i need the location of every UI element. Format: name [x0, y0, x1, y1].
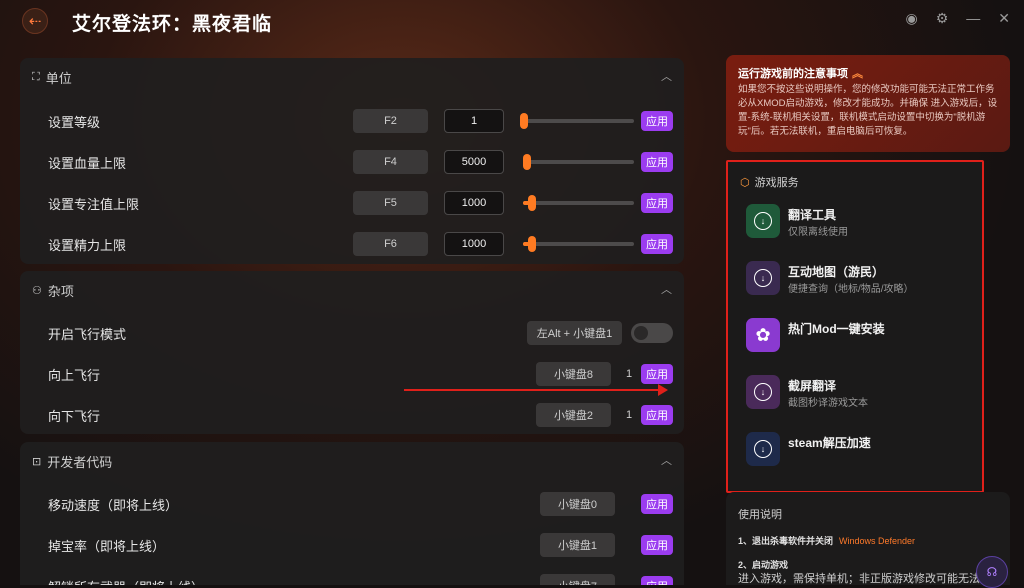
apply-button[interactable]: 应用: [641, 405, 673, 425]
apply-button[interactable]: 应用: [641, 364, 673, 384]
apply-button[interactable]: 应用: [641, 152, 673, 172]
apply-button[interactable]: 应用: [641, 494, 673, 514]
apply-button[interactable]: 应用: [641, 193, 673, 213]
usage-step-2-body: 进入游戏，需保持单机；非正版游戏修改可能无法正常工作: [738, 573, 996, 585]
hotkey-fly-up[interactable]: 小键盘8: [536, 362, 611, 386]
hotkey-f5[interactable]: F5: [353, 191, 428, 215]
unlock-weapons-label: 解锁所有武器（即将上线）: [48, 574, 204, 586]
service-translate-tool[interactable]: ↓ 翻译工具 仅限离线使用: [746, 204, 976, 244]
level-slider[interactable]: [520, 113, 634, 129]
hotkey-f2[interactable]: F2: [353, 109, 428, 133]
box-icon: ⬡: [740, 176, 750, 189]
dev-code-section: ⊡ 开发者代码 ︿ 移动速度（即将上线） 小键盘0 应用 掉宝率（即将上线） 小…: [20, 442, 684, 585]
apply-button[interactable]: 应用: [641, 576, 673, 585]
hp-slider[interactable]: [523, 154, 634, 170]
download-icon: ↓: [746, 432, 780, 466]
move-speed-label: 移动速度（即将上线）: [48, 497, 179, 513]
flower-icon: ✿: [746, 318, 780, 352]
misc-section-header[interactable]: ⚇ 杂项: [32, 281, 74, 300]
close-icon[interactable]: ✕: [998, 10, 1010, 27]
fly-mode-label: 开启飞行模式: [48, 326, 127, 342]
hotkey-unlock-weapons[interactable]: 小键盘7: [540, 574, 615, 585]
code-icon: ⊡: [32, 456, 42, 468]
service-name: steam解压加速: [788, 436, 871, 450]
headset-icon[interactable]: ☊: [976, 556, 1008, 588]
unit-section: ⛶ 单位 ︿ 设置等级 F2 1 应用 设置血量上限 F4 5000 应用 设置…: [20, 58, 684, 264]
service-name: 截屏翻译: [788, 379, 837, 393]
chevron-up-icon[interactable]: ︽: [852, 68, 863, 80]
level-input[interactable]: 1: [444, 109, 504, 133]
set-hp-label: 设置血量上限: [48, 155, 127, 171]
set-stamina-label: 设置精力上限: [48, 237, 127, 253]
misc-section-title: 杂项: [47, 284, 74, 299]
download-icon: ↓: [746, 261, 780, 295]
focus-input[interactable]: 1000: [444, 191, 504, 215]
service-mod-install[interactable]: ✿ 热门Mod一键安装: [746, 318, 976, 358]
stamina-slider[interactable]: [523, 236, 634, 252]
fly-mode-toggle[interactable]: [631, 323, 673, 343]
misc-section: ⚇ 杂项 ︿ 开启飞行模式 左Alt + 小键盘1 向上飞行 小键盘8 1 应用…: [20, 271, 684, 434]
service-name: 互动地图（游民）: [788, 265, 885, 279]
collapse-chevron-icon[interactable]: ︿: [661, 68, 672, 84]
service-screenshot-translate[interactable]: ↓ 截屏翻译 截图秒译游戏文本: [746, 375, 976, 415]
focus-slider[interactable]: [523, 195, 634, 211]
service-steam-accelerate[interactable]: ↓ steam解压加速: [746, 432, 976, 472]
collapse-chevron-icon[interactable]: ︿: [661, 452, 672, 468]
usage-panel: 使用说明 1、退出杀毒软件并关闭 Windows Defender 2、启动游戏 …: [726, 492, 1010, 585]
usage-step-1: 1、退出杀毒软件并关闭 Windows Defender: [738, 534, 915, 547]
download-icon: ↓: [746, 375, 780, 409]
profile-icon[interactable]: ◉: [905, 10, 917, 27]
hotkey-move-speed[interactable]: 小键盘0: [540, 492, 615, 516]
hotkey-f4[interactable]: F4: [353, 150, 428, 174]
service-interactive-map[interactable]: ↓ 互动地图（游民） 便捷查询（地标/物品/攻略）: [746, 261, 976, 301]
service-desc: 截图秒译游戏文本: [788, 398, 868, 409]
game-services-panel: ⬡ 游戏服务 ↓ 翻译工具 仅限离线使用 ↓ 互动地图（游民） 便捷查询（地标/…: [726, 160, 984, 493]
dev-section-header[interactable]: ⊡ 开发者代码: [32, 452, 112, 471]
misc-icon: ⚇: [32, 285, 42, 297]
annotation-arrow: [404, 384, 668, 396]
minimize-icon[interactable]: —: [966, 10, 980, 27]
notice-title-text: 运行游戏前的注意事项: [738, 68, 848, 80]
window-controls: ◉ ⚙ — ✕: [905, 10, 1010, 27]
settings-icon[interactable]: ⚙: [936, 10, 949, 27]
hotkey-f6[interactable]: F6: [353, 232, 428, 256]
service-desc: 便捷查询（地标/物品/攻略）: [788, 284, 914, 295]
unit-section-title: 单位: [45, 71, 72, 86]
hotkey-drop-rate[interactable]: 小键盘1: [540, 533, 615, 557]
notice-title[interactable]: 运行游戏前的注意事项 ︽: [738, 65, 863, 81]
apply-button[interactable]: 应用: [641, 234, 673, 254]
service-desc: 仅限离线使用: [788, 227, 848, 238]
stamina-input[interactable]: 1000: [444, 232, 504, 256]
usage-title: 使用说明: [738, 509, 782, 521]
service-name: 翻译工具: [788, 208, 837, 222]
unit-icon: ⛶: [32, 71, 40, 83]
page-title: 艾尔登法环：黑夜君临: [72, 14, 273, 35]
apply-button[interactable]: 应用: [641, 111, 673, 131]
fly-down-value: 1: [626, 409, 633, 421]
hp-input[interactable]: 5000: [444, 150, 504, 174]
set-focus-label: 设置专注值上限: [48, 196, 140, 212]
hotkey-fly-down[interactable]: 小键盘2: [536, 403, 611, 427]
back-arrow-icon[interactable]: ⇠: [22, 8, 48, 34]
set-level-label: 设置等级: [48, 114, 101, 130]
game-services-header: ⬡ 游戏服务: [740, 174, 799, 190]
title-bar: ⇠ 艾尔登法环：黑夜君临 ◉ ⚙ — ✕: [0, 0, 1024, 42]
usage-step-1-text: 1、退出杀毒软件并关闭: [738, 536, 834, 546]
drop-rate-label: 掉宝率（即将上线）: [48, 538, 166, 554]
apply-button[interactable]: 应用: [641, 535, 673, 555]
unit-section-header[interactable]: ⛶ 单位: [32, 68, 72, 87]
download-icon: ↓: [746, 204, 780, 238]
windows-defender-link[interactable]: Windows Defender: [839, 536, 915, 546]
dev-section-title: 开发者代码: [47, 455, 113, 470]
hotkey-fly-mode[interactable]: 左Alt + 小键盘1: [527, 321, 622, 345]
game-services-title: 游戏服务: [754, 177, 799, 189]
fly-up-value: 1: [626, 368, 633, 380]
notice-body: 如果您不按这些说明操作，您的修改功能可能无法正常工作务必从XMOD启动游戏，修改…: [738, 84, 998, 137]
collapse-chevron-icon[interactable]: ︿: [661, 281, 672, 297]
notice-panel: 运行游戏前的注意事项 ︽ 如果您不按这些说明操作，您的修改功能可能无法正常工作务必…: [726, 55, 1010, 152]
service-name: 热门Mod一键安装: [788, 322, 885, 336]
fly-down-label: 向下飞行: [48, 408, 101, 424]
fly-up-label: 向上飞行: [48, 367, 101, 383]
